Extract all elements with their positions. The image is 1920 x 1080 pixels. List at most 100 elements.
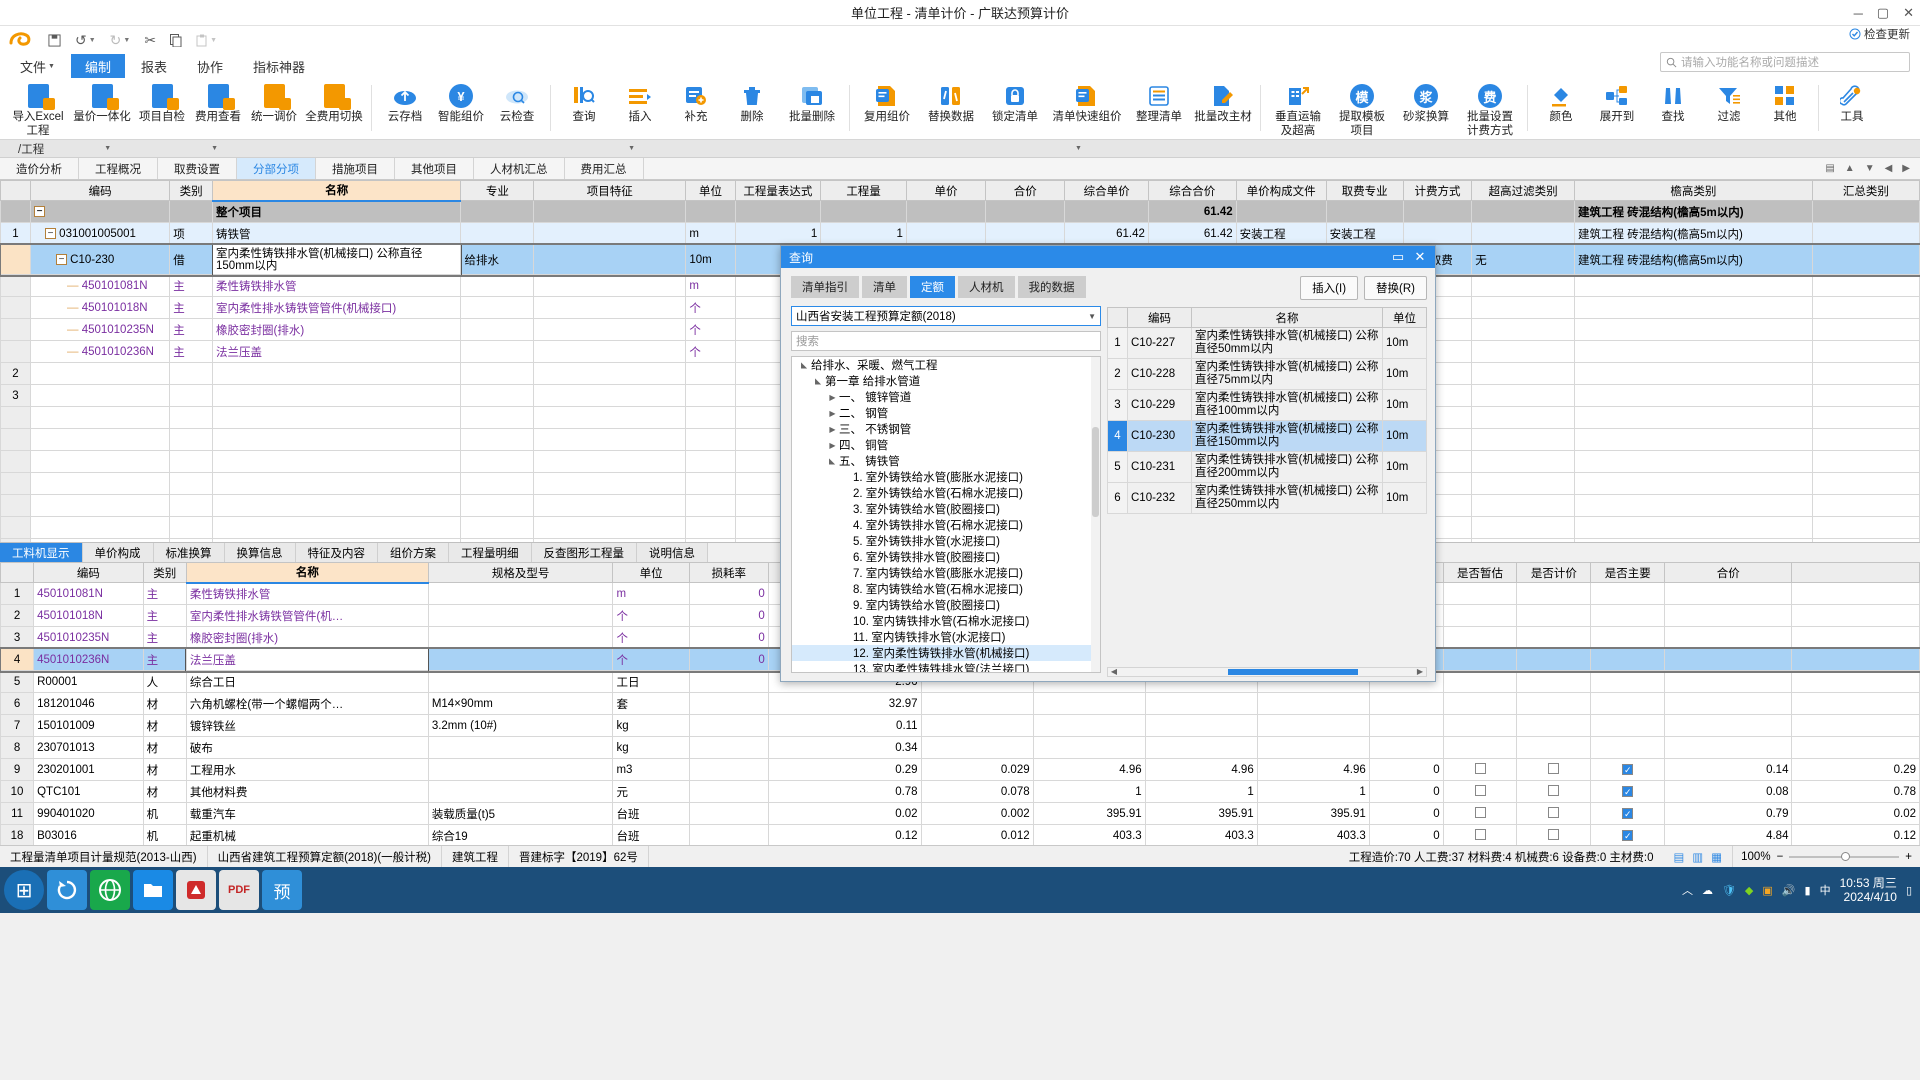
- cell-empty[interactable]: [460, 406, 535, 429]
- ribbon-button-unify-price[interactable]: 统一调价: [246, 81, 302, 124]
- col-header-13[interactable]: 取费专业: [1325, 180, 1404, 201]
- cell-pmode[interactable]: [1402, 222, 1473, 245]
- col-header-5[interactable]: 单位: [685, 180, 736, 201]
- cell-unit[interactable]: 台班: [612, 824, 690, 845]
- cell-eaves[interactable]: 建筑工程 砖混结构(檐高5m以内): [1574, 200, 1813, 223]
- dialog-search-input[interactable]: 搜索: [791, 331, 1101, 351]
- detail-col-header-15[interactable]: 是否主要: [1590, 562, 1666, 583]
- cell-unit[interactable]: m3: [612, 758, 690, 781]
- cell-content[interactable]: 0.34: [767, 736, 922, 759]
- cell-cprice[interactable]: [1064, 200, 1149, 223]
- cell-p2[interactable]: [1144, 736, 1258, 759]
- cell-qty[interactable]: 0.029: [920, 758, 1034, 781]
- cell-empty[interactable]: [169, 384, 214, 407]
- checkbox-e3[interactable]: [1590, 626, 1666, 649]
- cell-price[interactable]: [905, 222, 987, 245]
- cell-code[interactable]: R00001: [33, 670, 144, 693]
- ribbon-button-other[interactable]: 其他: [1757, 81, 1813, 124]
- cell-name[interactable]: 六角机螺栓(带一个螺帽两个…: [185, 692, 429, 715]
- cell-qty[interactable]: [920, 714, 1034, 737]
- insert-button[interactable]: 插入(I): [1300, 276, 1359, 300]
- cell-empty[interactable]: [685, 472, 736, 495]
- cell-p2[interactable]: 403.3: [1144, 824, 1258, 845]
- detail-col-header-2[interactable]: 类别: [142, 562, 187, 583]
- cell-spec[interactable]: [427, 780, 614, 803]
- cell-cat[interactable]: 借: [169, 244, 214, 275]
- cell-total2[interactable]: 0.29: [1791, 758, 1920, 781]
- tree-node-4[interactable]: ▶ 三、 不锈钢管: [792, 421, 1100, 437]
- checkbox-e3[interactable]: [1590, 692, 1666, 715]
- cell-code[interactable]: 450101018N: [33, 604, 144, 627]
- cell-code[interactable]: B03016: [33, 824, 144, 845]
- cell-empty[interactable]: [685, 450, 736, 473]
- detail-col-header-16[interactable]: 合价: [1664, 562, 1793, 583]
- tray-chevron-icon[interactable]: ︿: [1682, 882, 1693, 898]
- ribbon-button-quick-price[interactable]: 清单快速组价: [1047, 81, 1127, 124]
- cell-content[interactable]: 0.29: [767, 758, 922, 781]
- cell-sum[interactable]: [1811, 200, 1920, 223]
- cell-empty[interactable]: [29, 406, 171, 429]
- cell-empty[interactable]: [0, 472, 31, 495]
- cell-hfilter[interactable]: [1471, 274, 1576, 297]
- cell-name[interactable]: 室内柔性排水铸铁管管件(机械接口): [212, 296, 462, 319]
- cell-cat[interactable]: 主: [142, 626, 187, 649]
- table-row[interactable]: 8 230701013 材破布 kg 0.34: [0, 736, 1920, 759]
- detail-col-header-6[interactable]: 损耗率: [688, 562, 769, 583]
- cell-sum[interactable]: [1811, 318, 1920, 341]
- cell-eaves[interactable]: 建筑工程 砖混结构(檐高5m以内): [1574, 222, 1813, 245]
- checkbox-e2[interactable]: [1516, 780, 1592, 803]
- cell-empty[interactable]: [685, 384, 736, 407]
- cell-empty[interactable]: [212, 494, 462, 517]
- cell-empty[interactable]: [1471, 406, 1576, 429]
- tree-expander[interactable]: −: [33, 205, 45, 217]
- breadcrumb-caret-1[interactable]: ▼: [104, 145, 111, 152]
- app-icon[interactable]: [176, 870, 216, 910]
- detail-tab-1[interactable]: 单价构成: [82, 543, 154, 562]
- cell-total[interactable]: [1664, 670, 1793, 693]
- cell-sum[interactable]: [1811, 362, 1920, 385]
- result-index[interactable]: 6: [1107, 482, 1128, 514]
- cell-code[interactable]: − 031001005001: [29, 222, 171, 245]
- ribbon-button-batch-material[interactable]: 批量改主材: [1191, 81, 1255, 124]
- detail-tab-3[interactable]: 换算信息: [224, 543, 296, 562]
- cell-p3[interactable]: [1256, 714, 1370, 737]
- row-index[interactable]: 8: [0, 736, 35, 759]
- cell-amount[interactable]: [985, 222, 1066, 245]
- cell-code[interactable]: — 450101081N: [29, 274, 171, 297]
- breadcrumb-caret-3[interactable]: ▼: [628, 145, 635, 152]
- cell-total2[interactable]: [1791, 736, 1920, 759]
- ribbon-button-extract-template[interactable]: 模 提取模板 项目: [1330, 81, 1394, 137]
- cell-total2[interactable]: [1791, 604, 1920, 627]
- cell-total[interactable]: [1664, 736, 1793, 759]
- menu-item-collab[interactable]: 协作: [183, 54, 237, 78]
- cell-empty[interactable]: [1574, 472, 1813, 495]
- row-index[interactable]: [0, 296, 31, 319]
- row-index[interactable]: [0, 200, 31, 223]
- col-header-8[interactable]: 单价: [905, 180, 987, 201]
- tree-node-16[interactable]: 10. 室内铸铁排水管(石棉水泥接口): [792, 613, 1100, 629]
- checkbox-e3[interactable]: [1590, 604, 1666, 627]
- tree-node-15[interactable]: 9. 室内铸铁给水管(胶圈接口): [792, 597, 1100, 613]
- cell-p1[interactable]: 395.91: [1032, 802, 1146, 825]
- ribbon-button-cloud-check[interactable]: 云检查: [489, 81, 545, 124]
- cell-feat[interactable]: [533, 222, 687, 245]
- cell-empty[interactable]: [169, 516, 214, 539]
- menu-item-edit[interactable]: 编制: [70, 54, 125, 78]
- cell-empty[interactable]: [1574, 384, 1813, 407]
- checkbox-e1[interactable]: [1442, 714, 1518, 737]
- ribbon-button-lock-list[interactable]: 锁定清单: [983, 81, 1047, 124]
- dialog-tab-3[interactable]: 人材机: [958, 276, 1015, 298]
- cell-p3[interactable]: 403.3: [1256, 824, 1370, 845]
- checkbox-e2[interactable]: [1516, 692, 1592, 715]
- tray-app2-icon[interactable]: ▣: [1762, 884, 1772, 897]
- dialog-tab-1[interactable]: 清单: [862, 276, 907, 298]
- cell-cat[interactable]: 主: [142, 604, 187, 627]
- tree-node-9[interactable]: 3. 室外铸铁给水管(胶圈接口): [792, 501, 1100, 517]
- tree-node-7[interactable]: 1. 室外铸铁给水管(膨胀水泥接口): [792, 469, 1100, 485]
- cell-content[interactable]: 32.97: [767, 692, 922, 715]
- ribbon-button-tools[interactable]: 工具: [1824, 81, 1880, 124]
- checkbox-e2[interactable]: [1516, 824, 1592, 845]
- tree-node-17[interactable]: 11. 室内铸铁排水管(水泥接口): [792, 629, 1100, 645]
- cell-unit[interactable]: 个: [612, 604, 690, 627]
- cell-total2[interactable]: 0.02: [1791, 802, 1920, 825]
